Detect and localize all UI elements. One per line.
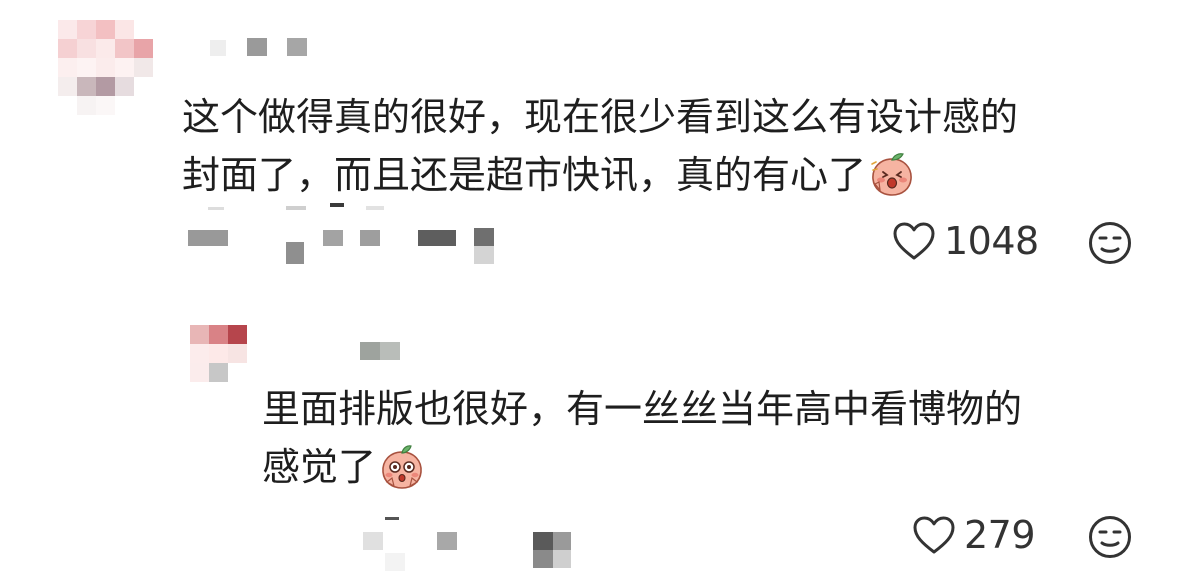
heart-outline-icon [913, 516, 955, 554]
comment-meta-redacted[interactable] [355, 515, 575, 575]
like-button[interactable]: 1048 [892, 219, 1039, 263]
avatar[interactable] [58, 20, 153, 115]
comment-line: 感觉了 [262, 438, 1022, 496]
comment-text: 这个做得真的很好，现在很少看到这么有设计感的 封面了，而且还是超市快讯，真的有心… [182, 88, 1018, 204]
comment-line: 封面了，而且还是超市快讯，真的有心了 [182, 146, 1018, 204]
heart-outline-icon [893, 222, 935, 260]
like-count: 1048 [944, 219, 1039, 263]
like-button[interactable]: 279 [912, 513, 1036, 557]
username-redacted[interactable] [360, 342, 400, 360]
avatar[interactable] [190, 325, 247, 382]
neutral-face-icon[interactable] [1088, 515, 1132, 559]
peach-surprised-emoji [871, 153, 912, 196]
comment-line-text: 封面了，而且还是超市快讯，真的有心了 [182, 153, 867, 197]
comment-line: 里面排版也很好，有一丝丝当年高中看博物的 [262, 387, 1023, 431]
username-redacted[interactable] [205, 38, 307, 58]
comment-meta-redacted[interactable] [188, 200, 508, 270]
comment-line: 这个做得真的很好，现在很少看到这么有设计感的 [182, 95, 1019, 139]
neutral-face-icon[interactable] [1088, 221, 1132, 265]
peach-wow-emoji [382, 445, 422, 489]
comment-text: 里面排版也很好，有一丝丝当年高中看博物的 感觉了 [262, 380, 1022, 496]
comment-line-text: 感觉了 [262, 445, 377, 489]
like-count: 279 [964, 513, 1036, 557]
